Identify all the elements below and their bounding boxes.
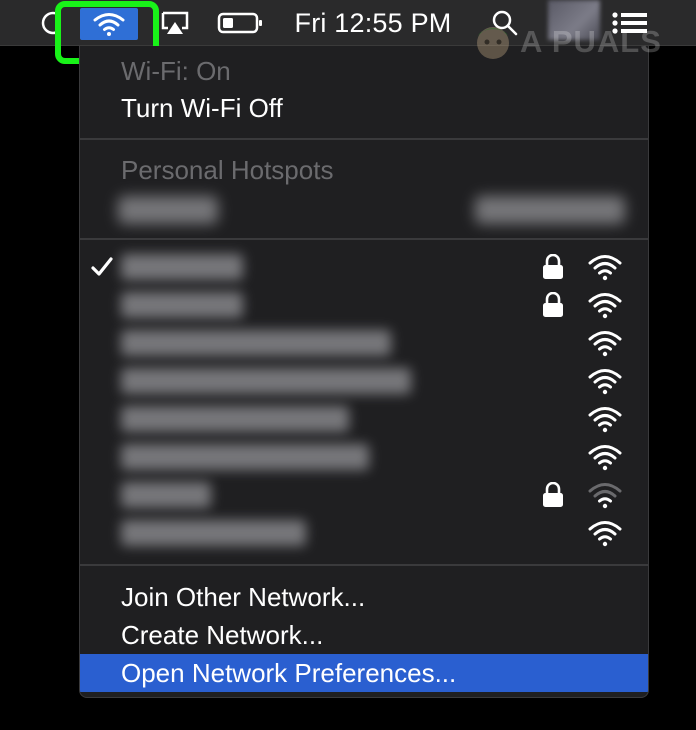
network-name-redacted <box>121 368 411 394</box>
lock-icon <box>542 481 564 508</box>
open-network-preferences-item[interactable]: Open Network Preferences... <box>80 654 648 692</box>
wifi-status-label: Wi-Fi: On <box>121 55 231 86</box>
search-icon[interactable] <box>488 0 522 46</box>
checkmark-icon <box>90 255 114 279</box>
create-network-item[interactable]: Create Network... <box>80 616 648 654</box>
network-name-redacted <box>121 482 211 508</box>
wifi-status-row: Wi-Fi: On <box>80 52 648 90</box>
menu-bar-clock[interactable]: Fri 12:55 PM <box>282 0 464 46</box>
airplay-icon[interactable] <box>158 0 192 46</box>
network-name-redacted <box>121 520 306 546</box>
wifi-menu-button[interactable] <box>80 8 138 40</box>
turn-wifi-off-label: Turn Wi-Fi Off <box>121 92 283 123</box>
wifi-signal-icon <box>587 405 623 433</box>
turn-wifi-off-item[interactable]: Turn Wi-Fi Off <box>80 89 648 127</box>
menu-bar: Fri 12:55 PM <box>0 0 696 46</box>
screen: Fri 12:55 PM Wi-Fi: On Turn Wi-Fi Off Pe… <box>0 0 696 730</box>
wifi-icon <box>93 13 125 36</box>
network-name-redacted <box>121 254 243 280</box>
hotspot-item[interactable] <box>80 191 648 229</box>
create-network-label: Create Network... <box>121 619 324 650</box>
wifi-signal-icon <box>587 519 623 547</box>
lock-icon <box>542 291 564 318</box>
network-item[interactable] <box>80 324 648 362</box>
personal-hotspots-header: Personal Hotspots <box>80 151 648 189</box>
network-item[interactable] <box>80 400 648 438</box>
network-name-redacted <box>121 406 349 432</box>
network-name-redacted <box>121 292 243 318</box>
network-item[interactable] <box>80 248 648 286</box>
network-item[interactable] <box>80 362 648 400</box>
join-other-network-label: Join Other Network... <box>121 581 366 612</box>
personal-hotspots-label: Personal Hotspots <box>121 154 334 185</box>
network-item[interactable] <box>80 476 648 514</box>
network-name-redacted <box>121 444 369 470</box>
wifi-signal-icon <box>587 253 623 281</box>
network-item[interactable] <box>80 438 648 476</box>
menu-separator <box>80 238 648 240</box>
open-network-preferences-label: Open Network Preferences... <box>121 657 457 688</box>
wifi-signal-icon <box>587 329 623 357</box>
wifi-signal-icon <box>587 367 623 395</box>
network-item[interactable] <box>80 514 648 552</box>
network-item[interactable] <box>80 286 648 324</box>
wifi-signal-low-icon <box>587 481 623 509</box>
time-machine-icon[interactable] <box>34 0 66 46</box>
join-other-network-item[interactable]: Join Other Network... <box>80 578 648 616</box>
menu-separator <box>80 138 648 140</box>
menu-separator <box>80 564 648 566</box>
wifi-signal-icon <box>587 291 623 319</box>
list-icon[interactable] <box>608 0 652 46</box>
user-avatar[interactable] <box>548 0 600 40</box>
hotspot-name-redacted <box>118 196 218 224</box>
wifi-signal-icon <box>587 443 623 471</box>
battery-icon[interactable] <box>214 0 268 46</box>
wifi-dropdown-menu: Wi-Fi: On Turn Wi-Fi Off Personal Hotspo… <box>79 46 649 698</box>
lock-icon <box>542 253 564 280</box>
hotspot-status-redacted <box>475 196 625 224</box>
network-name-redacted <box>121 330 391 356</box>
